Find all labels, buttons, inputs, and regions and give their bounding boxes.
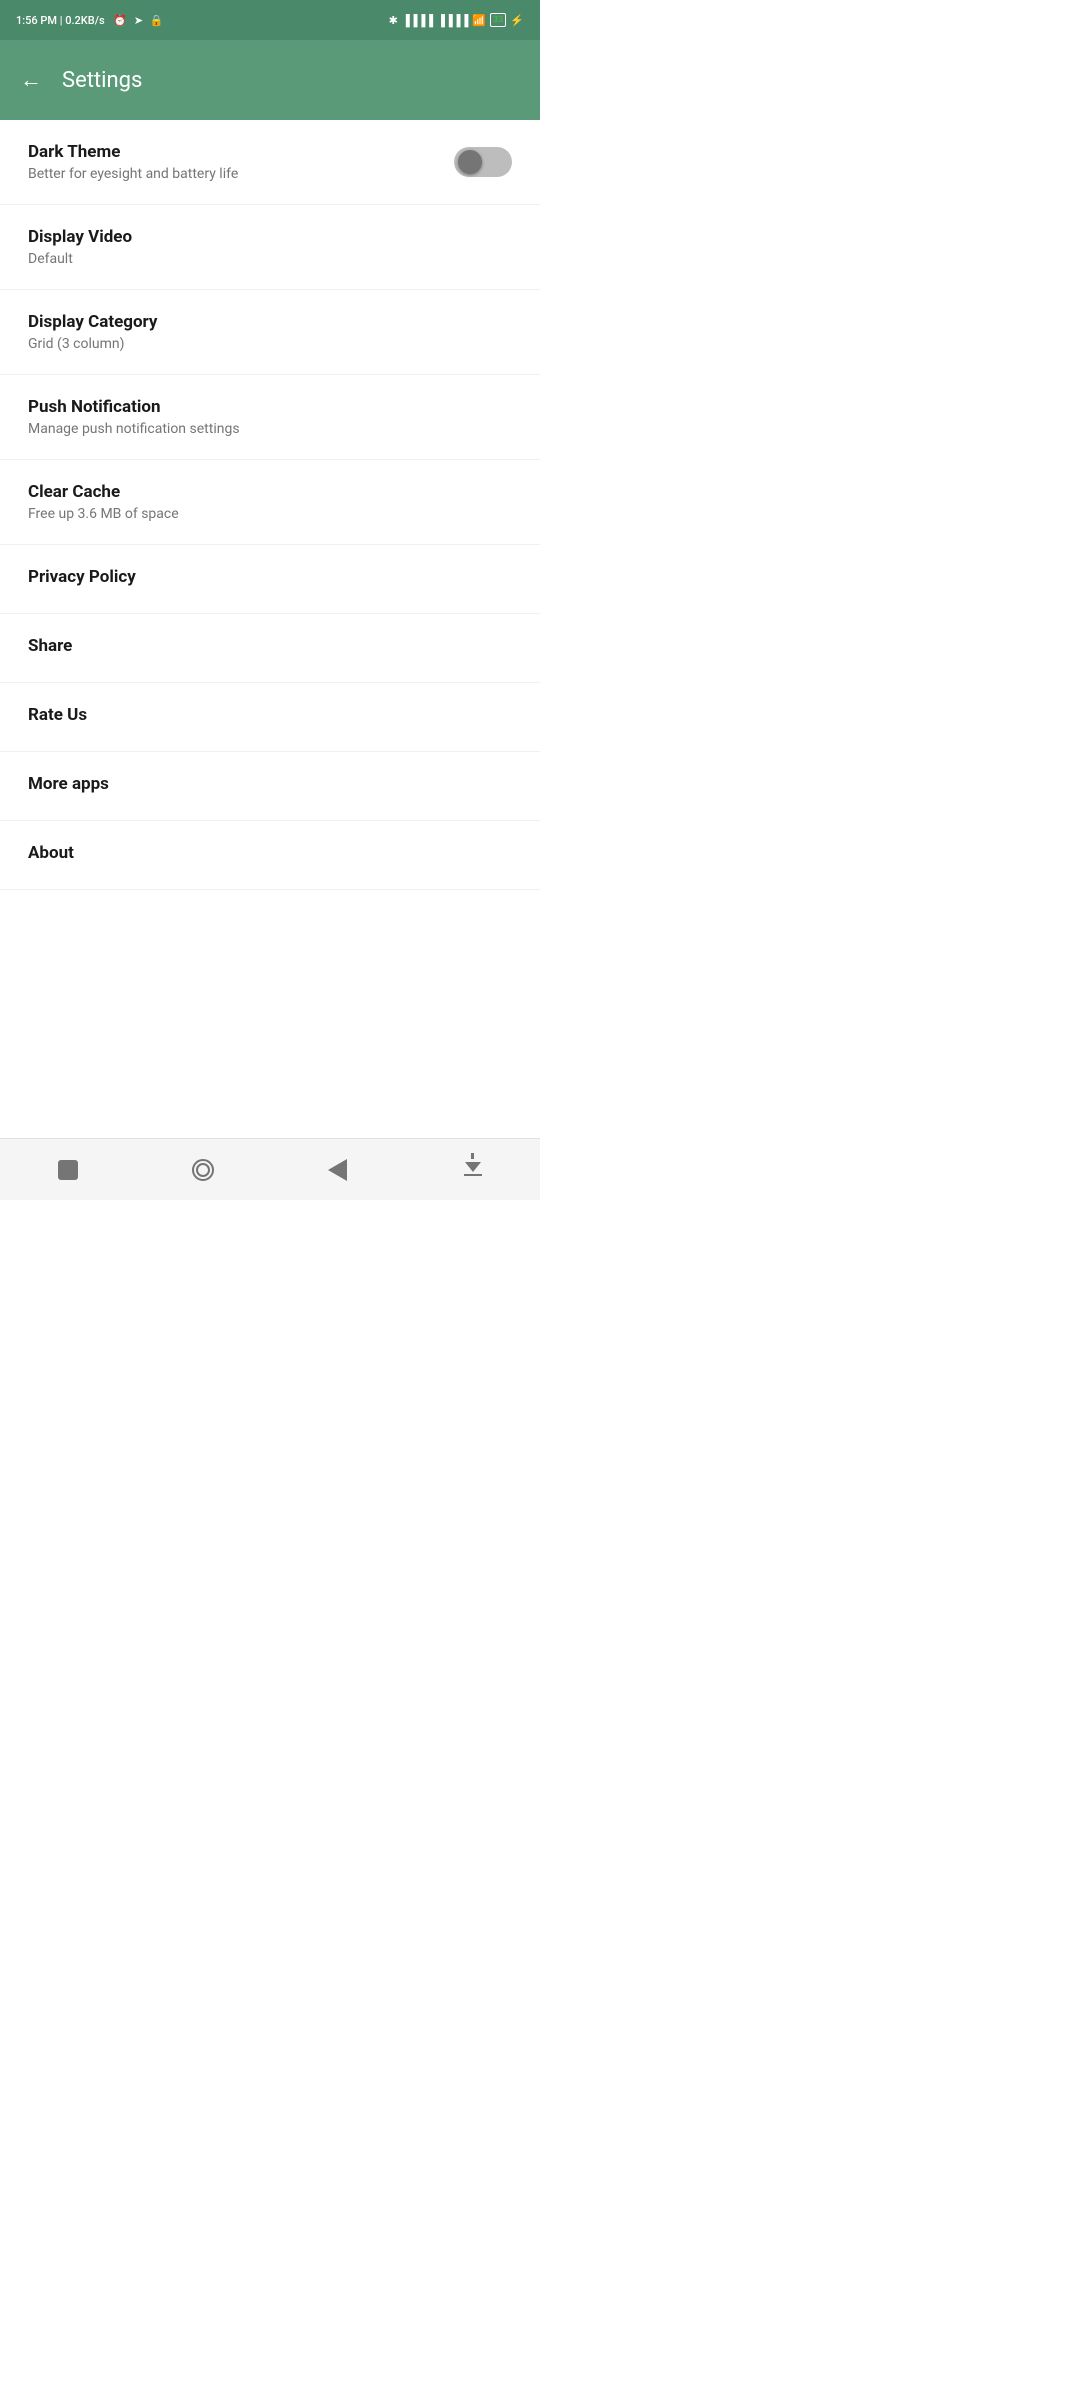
home-icon [192, 1159, 214, 1181]
setting-title-more-apps: More apps [28, 774, 512, 794]
setting-title-display-video: Display Video [28, 227, 512, 247]
setting-title-dark-theme: Dark Theme [28, 142, 454, 162]
setting-item-about[interactable]: About [0, 821, 540, 890]
menu-button[interactable] [449, 1146, 497, 1194]
recents-button[interactable] [44, 1146, 92, 1194]
battery-icon: 33 [490, 13, 506, 27]
recents-icon [58, 1160, 78, 1180]
setting-title-rate-us: Rate Us [28, 705, 512, 725]
setting-text-privacy-policy: Privacy Policy [28, 567, 512, 591]
wifi-icon: 📶 [472, 14, 486, 27]
setting-item-clear-cache[interactable]: Clear Cache Free up 3.6 MB of space [0, 460, 540, 545]
setting-text-display-video: Display Video Default [28, 227, 512, 267]
setting-title-clear-cache: Clear Cache [28, 482, 512, 502]
status-time-speed: 1:56 PM | 0.2KB/s ⏰ ➤ 🔒 [16, 14, 163, 27]
setting-text-clear-cache: Clear Cache Free up 3.6 MB of space [28, 482, 512, 522]
page-title: Settings [62, 68, 142, 93]
setting-item-more-apps[interactable]: More apps [0, 752, 540, 821]
app-header: ← Settings [0, 40, 540, 120]
status-data-speed: 0.2KB/s [65, 14, 104, 27]
alarm-icon: ⏰ [113, 14, 127, 27]
setting-subtitle-dark-theme: Better for eyesight and battery life [28, 166, 454, 182]
setting-subtitle-clear-cache: Free up 3.6 MB of space [28, 506, 512, 522]
download-arrow [465, 1162, 481, 1172]
toggle-dark-theme[interactable] [454, 147, 512, 177]
signal2-icon: ▐▐▐▐ [437, 14, 468, 27]
setting-subtitle-display-category: Grid (3 column) [28, 336, 512, 352]
status-icons: ✱ ▐▐▐▐ ▐▐▐▐ 📶 33 ⚡ [389, 13, 524, 27]
setting-title-about: About [28, 843, 512, 863]
settings-list: Dark Theme Better for eyesight and batter… [0, 120, 540, 890]
toggle-knob-dark-theme [458, 150, 482, 174]
back-button[interactable]: ← [20, 67, 42, 93]
bluetooth-icon: ✱ [389, 14, 398, 27]
back-nav-button[interactable] [314, 1146, 362, 1194]
download-stem [471, 1153, 474, 1159]
status-bar: 1:56 PM | 0.2KB/s ⏰ ➤ 🔒 ✱ ▐▐▐▐ ▐▐▐▐ 📶 33… [0, 0, 540, 40]
setting-item-display-category[interactable]: Display Category Grid (3 column) [0, 290, 540, 375]
setting-subtitle-push-notification: Manage push notification settings [28, 421, 512, 437]
setting-item-display-video[interactable]: Display Video Default [0, 205, 540, 290]
navigation-bar [0, 1138, 540, 1200]
setting-text-more-apps: More apps [28, 774, 512, 798]
charging-icon: ⚡ [510, 14, 524, 27]
location-icon: ➤ [134, 14, 143, 27]
signal-icon: ▐▐▐▐ [402, 14, 433, 27]
setting-text-dark-theme: Dark Theme Better for eyesight and batter… [28, 142, 454, 182]
sim-icon: 🔒 [150, 14, 164, 27]
setting-subtitle-display-video: Default [28, 251, 512, 267]
setting-item-push-notification[interactable]: Push Notification Manage push notificatio… [0, 375, 540, 460]
setting-text-share: Share [28, 636, 512, 660]
menu-icon [464, 1163, 482, 1177]
setting-item-privacy-policy[interactable]: Privacy Policy [0, 545, 540, 614]
setting-item-rate-us[interactable]: Rate Us [0, 683, 540, 752]
setting-item-share[interactable]: Share [0, 614, 540, 683]
back-icon [328, 1159, 347, 1181]
setting-text-rate-us: Rate Us [28, 705, 512, 729]
download-bar [464, 1174, 482, 1177]
setting-text-push-notification: Push Notification Manage push notificatio… [28, 397, 512, 437]
home-button[interactable] [179, 1146, 227, 1194]
setting-item-dark-theme[interactable]: Dark Theme Better for eyesight and batter… [0, 120, 540, 205]
setting-text-about: About [28, 843, 512, 867]
setting-title-display-category: Display Category [28, 312, 512, 332]
setting-text-display-category: Display Category Grid (3 column) [28, 312, 512, 352]
setting-title-share: Share [28, 636, 512, 656]
status-time: 1:56 PM [16, 14, 57, 27]
setting-title-push-notification: Push Notification [28, 397, 512, 417]
setting-title-privacy-policy: Privacy Policy [28, 567, 512, 587]
